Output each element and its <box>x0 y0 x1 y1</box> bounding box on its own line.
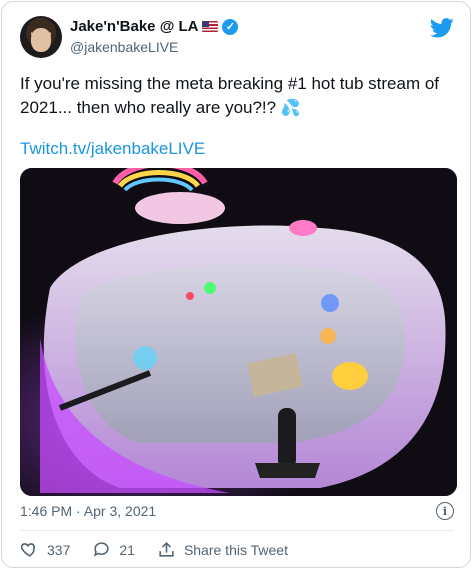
sweat-droplets-emoji: 💦 <box>280 100 301 117</box>
verified-badge-icon: ✓ <box>222 18 239 35</box>
author-handle[interactable]: @jakenbakeLIVE <box>70 39 178 55</box>
info-icon[interactable]: i <box>436 502 454 520</box>
author-name[interactable]: Jake'n'Bake @ LA <box>70 18 198 35</box>
twitch-link[interactable]: Twitch.tv/jakenbakeLIVE <box>20 139 205 159</box>
tweet-card: Jake'n'Bake @ LA ✓ @jakenbakeLIVE If you… <box>1 1 471 568</box>
tweet-timestamp[interactable]: 1:46 PM · Apr 3, 2021 <box>20 503 156 519</box>
reply-count: 21 <box>119 541 135 558</box>
share-upload-icon <box>159 542 174 557</box>
photo-hot-tub <box>20 168 457 496</box>
heart-icon <box>20 543 36 557</box>
like-button[interactable]: 337 <box>20 540 70 559</box>
tweet-text: If you're missing the meta breaking #1 h… <box>20 72 460 121</box>
author-name-row[interactable]: Jake'n'Bake @ LA ✓ <box>70 18 239 35</box>
tweet-body: If you're missing the meta breaking #1 h… <box>20 74 440 117</box>
reply-button[interactable]: 21 <box>92 540 135 559</box>
divider <box>20 530 454 531</box>
twitter-bird-icon[interactable] <box>430 18 454 38</box>
action-bar: 337 21 Share this Tweet <box>20 540 310 559</box>
share-button[interactable]: Share this Tweet <box>157 540 288 559</box>
share-label: Share this Tweet <box>183 541 288 558</box>
like-count: 337 <box>47 541 71 558</box>
avatar[interactable] <box>20 16 62 58</box>
us-flag-icon <box>202 21 219 32</box>
tweet-photo[interactable] <box>20 168 457 496</box>
reply-bubble-icon <box>94 542 109 557</box>
